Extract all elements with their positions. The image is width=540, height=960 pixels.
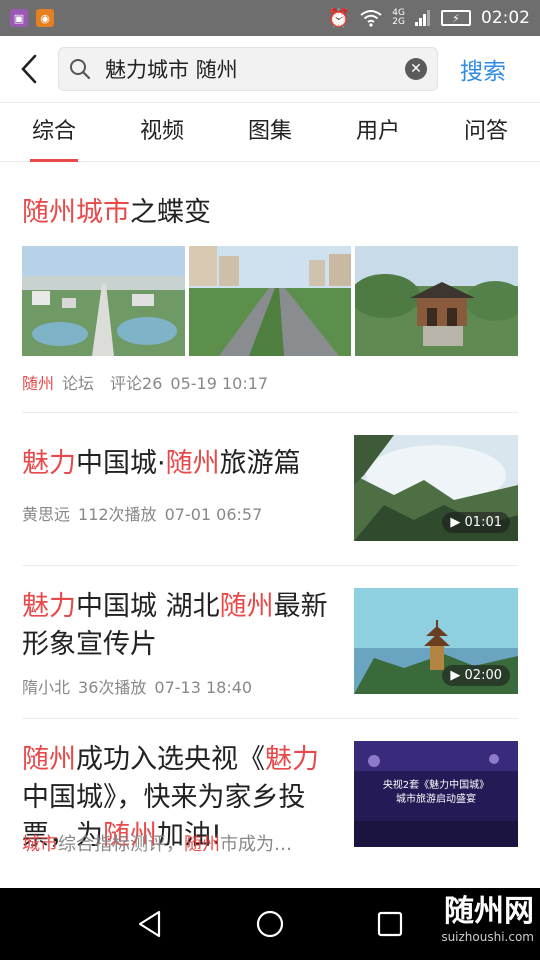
app-notification-icon: ◉ [36, 9, 54, 27]
clock: 02:02 [481, 8, 530, 28]
tab-comprehensive[interactable]: 综合 [0, 103, 108, 162]
video-title: 魅力中国城·随州旅游篇 [22, 448, 301, 479]
video-meta: 隋小北 36次播放 07-13 18:40 [22, 678, 253, 697]
tab-video[interactable]: 视频 [108, 103, 216, 161]
video-thumbnail[interactable]: ▶ 02:00 [354, 588, 518, 694]
triangle-back-icon [138, 910, 161, 938]
site-watermark: 随州网 suizhoushi.com [441, 894, 534, 944]
square-recents-icon [377, 911, 403, 937]
city-aerial-image[interactable] [22, 246, 185, 356]
video-meta: 黄思远 112次播放 07-01 06:57 [22, 505, 263, 524]
image-row [22, 246, 519, 356]
event-banner-text: 央视2套《魅力中国城》 城市旅游启动盛宴 [382, 780, 490, 805]
back-button[interactable] [0, 36, 58, 102]
list-item[interactable]: 随州成功入选央视《魅力中国城》，快来为家乡投票，为随州加油! 央视2套《魅力中国… [22, 719, 518, 894]
search-input[interactable]: 魅力城市 随州 ✕ [58, 47, 438, 91]
video-thumbnail[interactable]: ▶ 01:01 [354, 435, 518, 541]
clear-icon[interactable]: ✕ [405, 58, 427, 80]
search-header: 魅力城市 随州 ✕ 搜索 [0, 36, 540, 102]
nav-home-button[interactable] [252, 906, 288, 942]
list-item[interactable]: 魅力中国城 湖北随州最新形象宣传片 隋小北 36次播放 07-13 18:40 ▶ … [22, 566, 518, 718]
search-button[interactable]: 搜索 [460, 52, 506, 86]
event-thumbnail[interactable]: 央视2套《魅力中国城》 城市旅游启动盛宴 [354, 741, 518, 847]
search-query[interactable]: 魅力城市 随州 [105, 54, 405, 84]
nav-recents-button[interactable] [372, 906, 408, 942]
nav-back-button[interactable] [132, 906, 168, 942]
video-duration: ▶ 02:00 [442, 665, 510, 686]
battery-charging-icon: ⚡ [441, 10, 471, 26]
list-item[interactable]: 魅力中国城·随州旅游篇 黄思远 112次播放 07-01 06:57 ▶ 01:01 [22, 413, 518, 565]
article-title: 随州城市之蝶变 [22, 197, 211, 228]
video-duration: ▶ 01:01 [442, 512, 510, 533]
back-arrow-icon [21, 54, 37, 84]
alarm-icon: ⏰ [327, 7, 351, 29]
signal-icon [415, 10, 430, 26]
search-icon [69, 57, 93, 81]
network-type: 4G 2G [392, 8, 405, 27]
tab-users[interactable]: 用户 [324, 103, 432, 161]
system-nav-bar: 随州网 suizhoushi.com [0, 888, 540, 960]
category-tabs: 综合 视频 图集 用户 问答 [0, 102, 540, 162]
circle-home-icon [256, 910, 284, 938]
search-results-feed: 随州城市之蝶变 随州 论坛 评论26 05-19 10:17 魅力中国城·随州旅… [22, 172, 519, 856]
list-item[interactable]: 随州城市之蝶变 随州 论坛 评论26 05-19 10:17 [22, 172, 519, 412]
video-title: 魅力中国城 湖北随州最新形象宣传片 [22, 591, 328, 660]
boulevard-image[interactable] [188, 246, 352, 356]
article-meta: 随州 论坛 评论26 05-19 10:17 [22, 374, 269, 393]
temple-gate-image[interactable] [355, 246, 519, 356]
status-bar: ▣ ◉ ⏰ 4G 2G ⚡ 02:02 [0, 0, 540, 36]
gallery-notification-icon: ▣ [10, 9, 28, 27]
tab-qa[interactable]: 问答 [432, 103, 540, 161]
wifi-icon [360, 10, 382, 27]
tab-gallery[interactable]: 图集 [216, 103, 324, 161]
